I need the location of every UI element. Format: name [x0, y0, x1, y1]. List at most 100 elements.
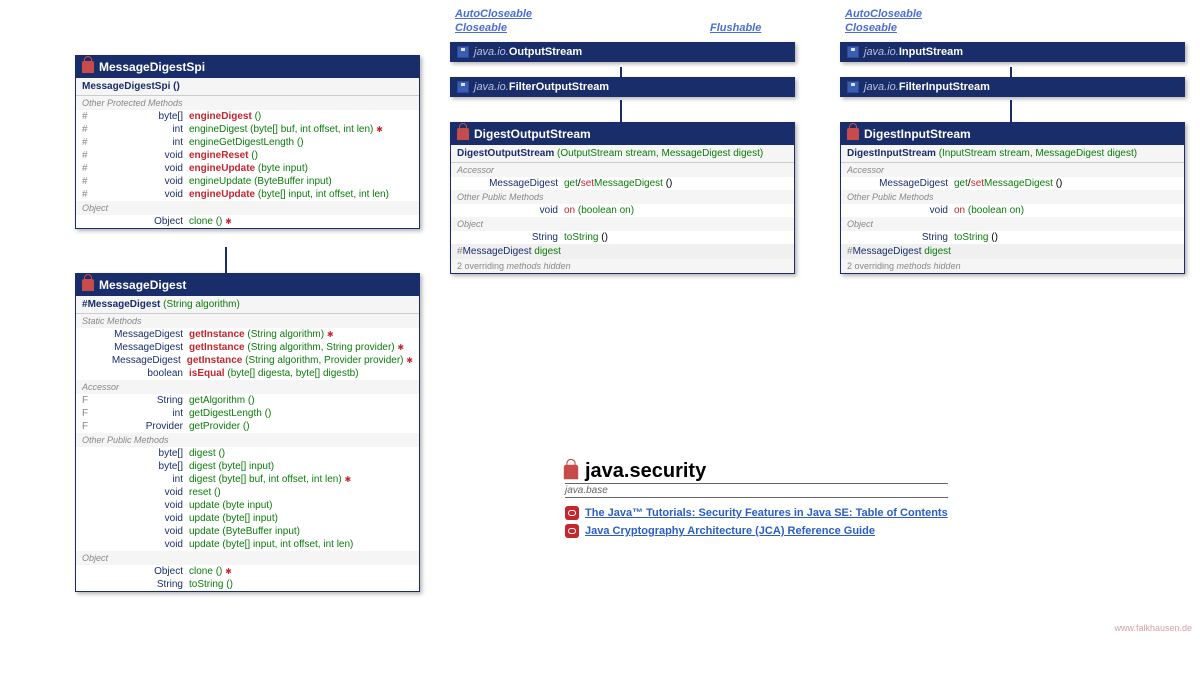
method: voidon (boolean on) [841, 204, 1184, 217]
connector-os-fos [620, 67, 622, 77]
class-name: DigestInputStream [864, 127, 971, 141]
section-label: Accessor [451, 163, 794, 177]
lock-icon [847, 128, 859, 140]
method: booleanisEqual (byte[] digesta, byte[] d… [76, 367, 419, 380]
module-name: java.base [565, 483, 948, 498]
connector-fis-dis [1010, 100, 1012, 122]
class-header[interactable]: DigestInputStream [841, 123, 1184, 145]
method: FProvidergetProvider () [76, 420, 419, 433]
hidden-note: 2 overriding methods hidden [451, 259, 794, 273]
method: #voidengineUpdate (byte[] input, int off… [76, 188, 419, 201]
method: #byte[]engineDigest () [76, 110, 419, 123]
method-list: Objectclone () ✱ [76, 215, 419, 228]
method: StringtoString () [841, 231, 1184, 244]
constructor: DigestOutputStream (OutputStream stream,… [451, 145, 794, 163]
method: StringtoString () [451, 231, 794, 244]
interface-autocloseable-1[interactable]: AutoCloseable [455, 8, 532, 20]
class-outputstream[interactable]: java.io.OutputStream [450, 42, 795, 62]
class-header[interactable]: MessageDigestSpi [76, 56, 419, 78]
interface-closeable-2[interactable]: Closeable [845, 22, 897, 34]
class-filteroutputstream[interactable]: java.io.FilterOutputStream [450, 77, 795, 97]
disk-icon [847, 81, 859, 93]
hidden-note: 2 overriding methods hidden [841, 259, 1184, 273]
class-filterinputstream[interactable]: java.io.FilterInputStream [840, 77, 1185, 97]
disk-icon [847, 46, 859, 58]
method: #voidengineUpdate (byte input) [76, 162, 419, 175]
package-info: java.security java.base The Java™ Tutori… [565, 460, 948, 542]
section-label: Other Public Methods [451, 190, 794, 204]
section-label: Object [451, 217, 794, 231]
method: StringtoString () [76, 578, 419, 591]
connector-is-fis [1010, 67, 1012, 77]
class-header[interactable]: MessageDigest [76, 274, 419, 296]
class-messagedigestspi: MessageDigestSpi MessageDigestSpi () Oth… [75, 55, 420, 229]
section-label: Accessor [841, 163, 1184, 177]
method: #intengineDigest (byte[] buf, int offset… [76, 123, 419, 136]
constructor: MessageDigestSpi () [76, 78, 419, 96]
method: voidupdate (ByteBuffer input) [76, 525, 419, 538]
constructor: DigestInputStream (InputStream stream, M… [841, 145, 1184, 163]
oracle-icon [565, 524, 579, 538]
method: voidupdate (byte[] input, int offset, in… [76, 538, 419, 551]
class-digestoutputstream: DigestOutputStream DigestOutputStream (O… [450, 122, 795, 274]
method: #intengineGetDigestLength () [76, 136, 419, 149]
method: intdigest (byte[] buf, int offset, int l… [76, 473, 419, 486]
class-inputstream[interactable]: java.io.InputStream [840, 42, 1185, 62]
tutorial-link-1[interactable]: The Java™ Tutorials: Security Features i… [565, 506, 948, 520]
connector-fos-dos [620, 100, 622, 122]
constructor: #MessageDigest (String algorithm) [76, 296, 419, 314]
connector-mds-md [225, 247, 227, 273]
method: #voidengineUpdate (ByteBuffer input) [76, 175, 419, 188]
method: Objectclone () ✱ [76, 565, 419, 578]
method: #voidengineReset () [76, 149, 419, 162]
method: byte[]digest (byte[] input) [76, 460, 419, 473]
method: MessageDigestgetInstance (String algorit… [76, 328, 419, 341]
disk-icon [457, 81, 469, 93]
package-name: java.security [585, 460, 706, 483]
method: voidreset () [76, 486, 419, 499]
method: voidupdate (byte input) [76, 499, 419, 512]
method-list: FStringgetAlgorithm ()FintgetDigestLengt… [76, 394, 419, 433]
lock-icon [457, 128, 469, 140]
lock-icon [82, 61, 94, 73]
method: byte[]digest () [76, 447, 419, 460]
method-list: byte[]digest ()byte[]digest (byte[] inpu… [76, 447, 419, 551]
interface-flushable[interactable]: Flushable [710, 22, 761, 34]
interface-closeable-1[interactable]: Closeable [455, 22, 507, 34]
method-list: Objectclone () ✱StringtoString () [76, 565, 419, 591]
interface-autocloseable-2[interactable]: AutoCloseable [845, 8, 922, 20]
method-list: MessageDigestgetInstance (String algorit… [76, 328, 419, 380]
class-messagedigest: MessageDigest #MessageDigest (String alg… [75, 273, 420, 592]
method: MessageDigestget/setMessageDigest () [451, 177, 794, 190]
method: voidon (boolean on) [451, 204, 794, 217]
field: #MessageDigest digest [451, 244, 794, 259]
section-label: Object [76, 551, 419, 565]
lock-icon [564, 464, 578, 478]
section-label: Other Public Methods [76, 433, 419, 447]
credit[interactable]: www.falkhausen.de [1114, 623, 1192, 633]
section-label: Object [841, 217, 1184, 231]
section-label: Static Methods [76, 314, 419, 328]
lock-icon [82, 279, 94, 291]
field: #MessageDigest digest [841, 244, 1184, 259]
method-list: #byte[]engineDigest ()#intengineDigest (… [76, 110, 419, 201]
class-header[interactable]: DigestOutputStream [451, 123, 794, 145]
tutorial-link-2[interactable]: Java Cryptography Architecture (JCA) Ref… [565, 524, 948, 538]
method: voidupdate (byte[] input) [76, 512, 419, 525]
method: MessageDigestgetInstance (String algorit… [76, 354, 419, 367]
method: Objectclone () ✱ [76, 215, 419, 228]
disk-icon [457, 46, 469, 58]
method: FStringgetAlgorithm () [76, 394, 419, 407]
class-name: MessageDigestSpi [99, 60, 205, 74]
class-digestinputstream: DigestInputStream DigestInputStream (Inp… [840, 122, 1185, 274]
section-label: Other Protected Methods [76, 96, 419, 110]
section-label: Object [76, 201, 419, 215]
method: MessageDigestget/setMessageDigest () [841, 177, 1184, 190]
class-name: DigestOutputStream [474, 127, 591, 141]
class-name: MessageDigest [99, 278, 186, 292]
method: FintgetDigestLength () [76, 407, 419, 420]
oracle-icon [565, 506, 579, 520]
section-label: Other Public Methods [841, 190, 1184, 204]
method: MessageDigestgetInstance (String algorit… [76, 341, 419, 354]
section-label: Accessor [76, 380, 419, 394]
